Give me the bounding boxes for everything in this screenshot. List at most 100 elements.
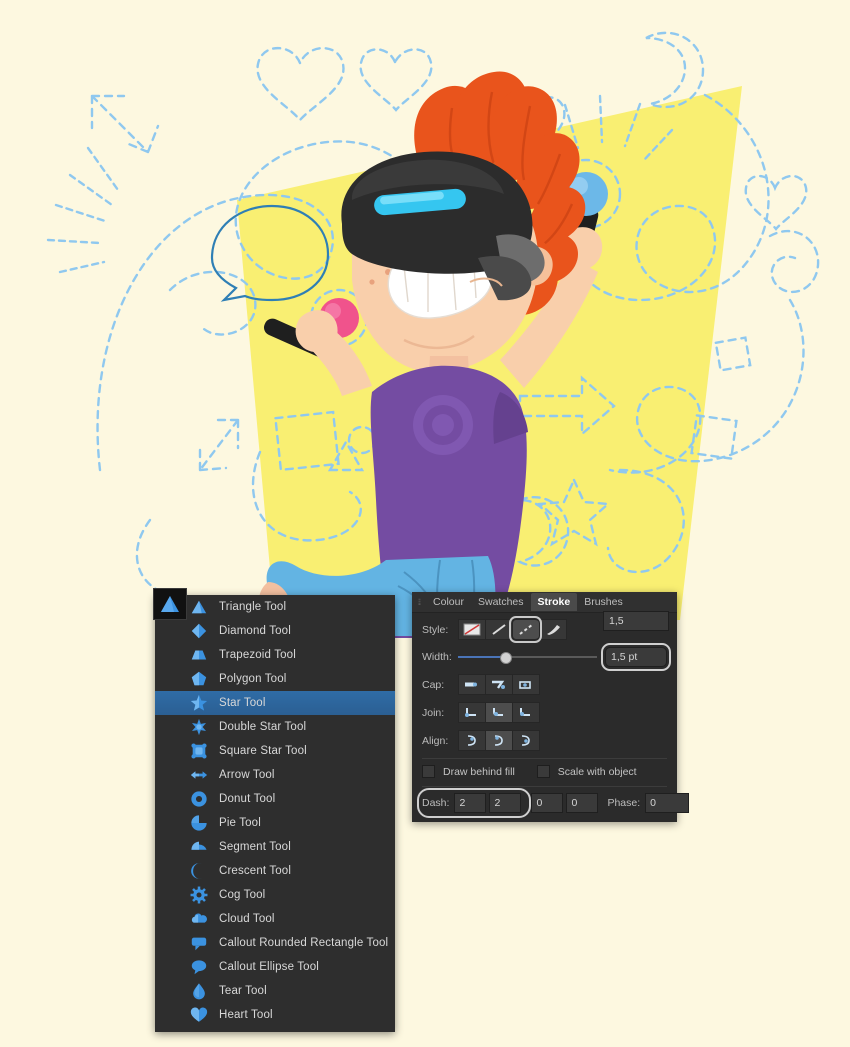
tool-menu-item-label: Arrow Tool <box>219 769 275 781</box>
join-round-button[interactable] <box>485 702 512 723</box>
active-tool-badge[interactable] <box>153 588 187 620</box>
cap-butt-button[interactable] <box>458 674 485 695</box>
draw-behind-fill-checkbox[interactable] <box>422 765 435 778</box>
style-no-stroke-button[interactable] <box>458 619 485 640</box>
tool-menu-item-label: Star Tool <box>219 697 266 709</box>
tool-menu-item-label: Double Star Tool <box>219 721 307 733</box>
panel-divider-1 <box>422 758 667 759</box>
dash-field-3[interactable] <box>531 793 564 813</box>
tab-colour[interactable]: Colour <box>426 593 471 611</box>
cap-button-group[interactable] <box>458 674 540 695</box>
tool-menu-item-label: Trapezoid Tool <box>219 649 296 661</box>
dash-field-1[interactable] <box>454 793 487 813</box>
tool-menu-item-label: Triangle Tool <box>219 601 287 613</box>
join-bevel-button[interactable] <box>512 702 540 723</box>
illustration-canvas <box>0 0 850 1047</box>
mitre-value-field[interactable] <box>603 611 669 631</box>
dash-label: Dash: <box>422 797 450 809</box>
tool-menu-item-trapezoid-tool[interactable]: Trapezoid Tool <box>155 643 395 667</box>
align-inside-button[interactable] <box>485 730 512 751</box>
align-row: Align: <box>422 730 667 751</box>
diamond-icon <box>189 621 209 641</box>
arrow-icon <box>189 765 209 785</box>
style-dashed-stroke-button[interactable] <box>509 616 542 643</box>
triangle-icon <box>189 597 209 617</box>
dash-field-4[interactable] <box>566 793 599 813</box>
tool-menu-item-cloud-tool[interactable]: Cloud Tool <box>155 907 395 931</box>
scale-with-object-checkbox[interactable] <box>536 765 550 778</box>
phase-label: Phase: <box>607 797 641 809</box>
tool-menu-item-triangle-tool[interactable]: Triangle Tool <box>155 595 395 619</box>
tool-menu-item-label: Pie Tool <box>219 817 261 829</box>
width-row: Width: 1,5 pt <box>422 643 671 671</box>
tab-brushes[interactable]: Brushes <box>577 593 630 611</box>
tool-menu-item-label: Segment Tool <box>219 841 291 853</box>
callout-rounded-rectangle-icon <box>189 933 209 953</box>
join-mitre-button[interactable] <box>458 702 485 723</box>
tool-menu-item-label: Crescent Tool <box>219 865 292 877</box>
width-value-field[interactable]: 1,5 pt <box>601 643 671 671</box>
align-centre-button[interactable] <box>458 730 485 751</box>
tab-stroke[interactable]: Stroke <box>530 593 578 611</box>
tool-menu-item-polygon-tool[interactable]: Polygon Tool <box>155 667 395 691</box>
join-label: Join: <box>422 706 445 719</box>
align-outside-button[interactable] <box>512 730 540 751</box>
tool-menu-item-cog-tool[interactable]: Cog Tool <box>155 883 395 907</box>
tool-menu-item-label: Callout Rounded Rectangle Tool <box>219 937 389 949</box>
tool-menu-item-label: Diamond Tool <box>219 625 291 637</box>
join-row: Join: <box>422 611 669 723</box>
tool-menu-item-label: Cog Tool <box>219 889 266 901</box>
align-button-group[interactable] <box>458 730 540 751</box>
cog-icon <box>189 885 209 905</box>
width-slider-knob[interactable] <box>499 652 512 664</box>
tool-menu-item-star-tool[interactable]: Star Tool <box>155 691 395 715</box>
tool-menu-item-label: Heart Tool <box>219 1009 273 1021</box>
illustration-svg <box>0 0 850 1047</box>
tab-swatches[interactable]: Swatches <box>471 593 531 611</box>
panel-divider-2 <box>422 786 667 787</box>
tool-menu-item-diamond-tool[interactable]: Diamond Tool <box>155 619 395 643</box>
style-brush-stroke-button[interactable] <box>539 619 567 640</box>
tool-menu-item-square-star-tool[interactable]: Square Star Tool <box>155 739 395 763</box>
tool-menu-item-arrow-tool[interactable]: Arrow Tool <box>155 763 395 787</box>
cloud-icon <box>189 909 209 929</box>
style-solid-stroke-button[interactable] <box>485 619 512 640</box>
shirt-graphic <box>413 395 473 455</box>
shape-tool-flyout-menu[interactable]: Triangle Tool Diamond Tool Trapezoid Tool P… <box>153 588 395 1032</box>
tool-menu-item-double-star-tool[interactable]: Double Star Tool <box>155 715 395 739</box>
style-label: Style: <box>422 623 449 636</box>
tool-menu-item-crescent-tool[interactable]: Crescent Tool <box>155 859 395 883</box>
tool-menu-item-segment-tool[interactable]: Segment Tool <box>155 835 395 859</box>
scale-with-object-label: Scale with object <box>557 765 637 778</box>
tool-menu-item-donut-tool[interactable]: Donut Tool <box>155 787 395 811</box>
tool-menu-item-tear-tool[interactable]: Tear Tool <box>155 979 395 1003</box>
align-label: Align: <box>422 734 449 747</box>
triangle-tool-icon <box>161 596 179 612</box>
segment-icon <box>189 837 209 857</box>
cap-round-button[interactable] <box>512 674 540 695</box>
width-slider[interactable] <box>458 650 597 664</box>
panel-tab-bar[interactable]: ⦙⦙ Colour Swatches Stroke Brushes <box>412 592 677 613</box>
width-label: Width: <box>422 651 452 663</box>
style-button-group[interactable] <box>458 616 567 643</box>
tool-menu-item-label: Cloud Tool <box>219 913 275 925</box>
square-star-icon <box>189 741 209 761</box>
stroke-panel[interactable]: ⦙⦙ Colour Swatches Stroke Brushes Style: <box>412 592 690 822</box>
tool-menu-item-label: Callout Ellipse Tool <box>219 961 319 973</box>
tool-menu-item-label: Donut Tool <box>219 793 276 805</box>
tool-menu-item-callout-rounded-rectangle-tool[interactable]: Callout Rounded Rectangle Tool <box>155 931 395 955</box>
tool-menu-item-label: Tear Tool <box>219 985 267 997</box>
dash-focus-group[interactable]: Dash: <box>416 788 532 818</box>
phase-field[interactable] <box>645 793 690 813</box>
tool-menu-item-callout-ellipse-tool[interactable]: Callout Ellipse Tool <box>155 955 395 979</box>
cap-row: Cap: Mitre: <box>422 617 667 695</box>
dash-row: Dash: Phase: <box>416 788 690 818</box>
cap-square-button[interactable] <box>485 674 512 695</box>
join-button-group[interactable] <box>458 702 540 723</box>
tool-menu-item-pie-tool[interactable]: Pie Tool <box>155 811 395 835</box>
tool-menu-item-heart-tool[interactable]: Heart Tool <box>155 1003 395 1027</box>
crescent-icon <box>189 861 209 881</box>
panel-drag-handle[interactable]: ⦙⦙ <box>416 597 421 608</box>
tool-list[interactable]: Triangle Tool Diamond Tool Trapezoid Tool P… <box>155 595 395 1027</box>
dash-field-2[interactable] <box>489 793 522 813</box>
